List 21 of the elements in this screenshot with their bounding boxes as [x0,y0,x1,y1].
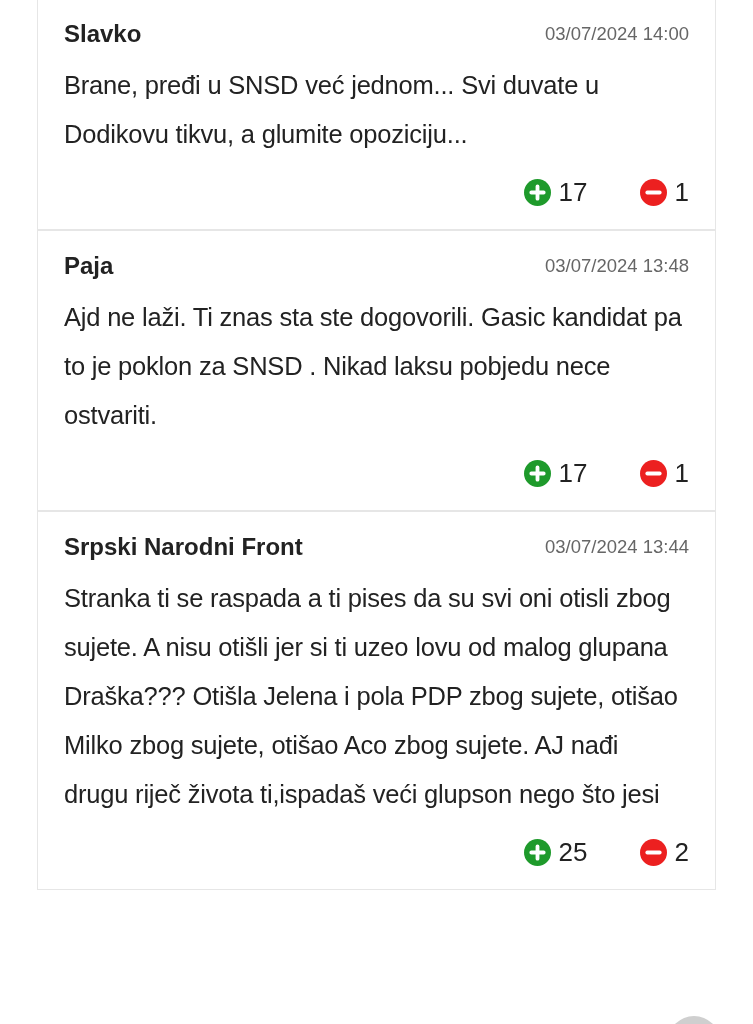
minus-icon[interactable] [639,459,667,487]
comment-date: 03/07/2024 13:48 [544,254,689,278]
like-count: 25 [558,837,588,867]
comment-date: 03/07/2024 14:00 [544,22,689,46]
plus-icon[interactable] [523,178,551,206]
comment-text: Brane, pređi u SNSD već jednom... Svi duvate u Dodikovu tikvu, a glumite opoziciju... [64,70,601,150]
minus-icon[interactable] [639,838,667,866]
plus-icon[interactable] [523,459,551,487]
dislike-count: 1 [674,177,689,207]
dislike-count: 2 [674,837,689,867]
dislike-count: 1 [674,458,689,488]
comment-author: Srpski Narodni Front [64,532,303,562]
plus-icon[interactable] [523,838,551,866]
comment-text: Stranka ti se raspada a ti pises da su svi oni otisli zbog sujete. A nisu otišli jer si ti uzeo lovu od malog glupana Draška??? Otišla Jelena i pola PDP zbog sujete, otišao Milko zbog sujete, otišao Aco zbog sujete. AJ nađi drugu riječ života ti,ispadaš veći glupson nego što jesi [64,583,679,810]
comment-author: Slavko [64,19,142,49]
comment-author: Paja [64,251,114,281]
comment-date: 03/07/2024 13:44 [544,535,689,559]
comment-text: Ajd ne laži. Ti znas sta ste dogovorili. Gasic kandidat pa to je poklon za SNSD . Nikad laksu pobjedu nece ostvariti. [64,302,683,431]
like-count: 17 [558,458,588,488]
minus-icon[interactable] [639,178,667,206]
like-count: 17 [558,177,588,207]
